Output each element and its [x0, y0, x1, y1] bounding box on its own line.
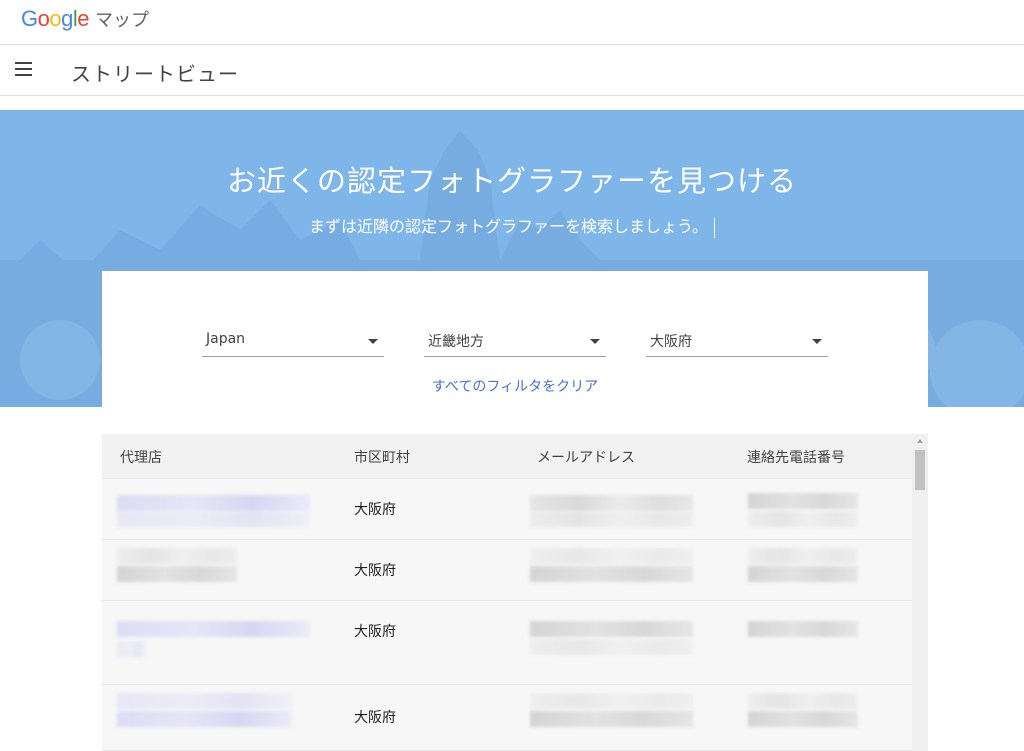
redacted-email — [530, 511, 693, 527]
column-header-email[interactable]: メールアドレス — [537, 447, 635, 467]
table-scrollbar[interactable] — [912, 434, 928, 751]
dropdown-arrow-icon — [590, 339, 600, 344]
table-header: 代理店 市区町村 メールアドレス 連絡先電話番号 — [102, 434, 912, 479]
redacted-agent-name — [117, 693, 292, 709]
table-row[interactable]: 大阪府 — [102, 601, 912, 685]
table-row[interactable]: 大阪府 — [102, 540, 912, 601]
redacted-agent-name[interactable] — [117, 711, 292, 727]
column-header-city[interactable]: 市区町村 — [354, 447, 410, 467]
redacted-phone — [748, 693, 858, 709]
redacted-email — [530, 711, 693, 727]
redacted-agent-name — [117, 548, 237, 564]
logo-letter: o — [49, 6, 62, 31]
redacted-phone — [748, 621, 858, 637]
city-cell: 大阪府 — [354, 710, 396, 726]
country-select-value: Japan — [206, 331, 246, 347]
logo-letter: e — [77, 6, 90, 31]
logo-letter: o — [37, 6, 50, 31]
prefecture-select[interactable]: 大阪府 — [646, 327, 828, 357]
filter-card: Japan 近畿地方 大阪府 すべてのフィルタをクリア — [102, 271, 928, 407]
redacted-email — [530, 639, 693, 655]
country-select[interactable]: Japan — [202, 327, 384, 357]
redacted-phone — [748, 566, 858, 582]
column-header-phone[interactable]: 連絡先電話番号 — [747, 447, 845, 467]
hero-subtitle: まずは近隣の認定フォトグラファーを検索しましょう。 — [0, 213, 1024, 238]
text-cursor — [714, 217, 716, 238]
logo-letter: g — [61, 6, 73, 31]
redacted-email — [530, 495, 693, 511]
clear-filters-link[interactable]: すべてのフィルタをクリア — [102, 376, 928, 396]
region-select[interactable]: 近畿地方 — [424, 327, 606, 357]
redacted-agent-name[interactable] — [117, 621, 310, 637]
redacted-email — [530, 693, 693, 709]
redacted-agent-name — [117, 511, 310, 527]
hero-title: お近くの認定フォトグラファーを見つける — [226, 164, 797, 198]
redacted-phone — [748, 493, 858, 509]
table-row[interactable]: 大阪府 — [102, 685, 912, 751]
table-row[interactable]: 大阪府 — [102, 479, 912, 540]
scroll-up-arrow-icon[interactable] — [917, 439, 923, 443]
redacted-phone — [748, 548, 858, 564]
logo-letter: G — [21, 6, 38, 31]
city-cell: 大阪府 — [354, 624, 396, 640]
top-bar: Google マップ — [0, 0, 1024, 45]
section-header: ストリートビュー — [0, 46, 1024, 96]
region-select-value: 近畿地方 — [428, 334, 484, 350]
redacted-email — [530, 566, 693, 582]
scrollbar-thumb[interactable] — [915, 450, 925, 490]
redacted-agent-name — [117, 641, 147, 657]
google-maps-logo[interactable]: Google マップ — [21, 6, 149, 32]
photographer-table: 代理店 市区町村 メールアドレス 連絡先電話番号 大阪府 大阪府 大阪府 大阪府 — [102, 434, 928, 751]
section-title: ストリートビュー — [71, 62, 239, 86]
hero-subtitle-text: まずは近隣の認定フォトグラファーを検索しましょう。 — [308, 217, 709, 236]
prefecture-select-value: 大阪府 — [650, 334, 692, 350]
redacted-phone — [748, 511, 858, 527]
hamburger-menu-icon[interactable] — [15, 62, 34, 80]
google-wordmark: Google — [21, 6, 90, 32]
city-cell: 大阪府 — [354, 502, 396, 518]
dropdown-arrow-icon — [812, 339, 822, 344]
city-cell: 大阪府 — [354, 563, 396, 579]
redacted-phone — [748, 711, 858, 727]
dropdown-arrow-icon — [368, 339, 378, 344]
redacted-agent-name — [117, 566, 237, 582]
product-name: マップ — [95, 10, 150, 31]
redacted-email — [530, 621, 693, 637]
redacted-agent-name[interactable] — [117, 495, 310, 511]
redacted-email — [530, 548, 693, 564]
column-header-agent[interactable]: 代理店 — [120, 447, 162, 467]
